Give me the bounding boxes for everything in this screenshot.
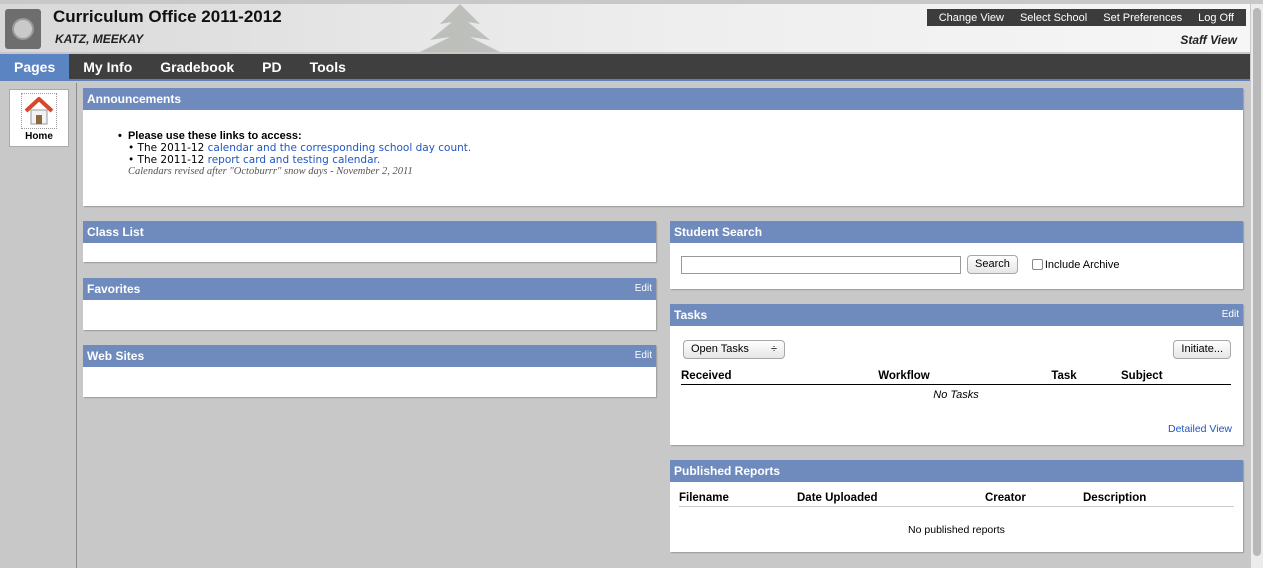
column-header[interactable]: Received	[681, 370, 789, 385]
view-label: Staff View	[1180, 33, 1237, 47]
app-header: Curriculum Office 2011-2012 KATZ, MEEKAY…	[0, 4, 1250, 52]
search-button[interactable]: Search	[967, 255, 1018, 274]
page-scrollbar[interactable]	[1251, 4, 1263, 568]
page-title: Curriculum Office 2011-2012	[53, 7, 282, 26]
tab-pages[interactable]: Pages	[0, 54, 70, 79]
column-header[interactable]: Date Uploaded	[797, 492, 985, 507]
published-reports-panel: Published Reports Filename Date Uploaded…	[670, 460, 1243, 552]
web-sites-edit-link[interactable]: Edit	[635, 345, 652, 367]
set-preferences-link[interactable]: Set Preferences	[1095, 12, 1190, 24]
tab-tools[interactable]: Tools	[296, 54, 360, 79]
favorites-edit-link[interactable]: Edit	[635, 278, 652, 300]
tree-background-image	[420, 4, 500, 52]
report-card-link[interactable]: report card and testing calendar.	[208, 154, 381, 166]
tab-pd[interactable]: PD	[248, 54, 295, 79]
announcement-item: • The 2011-12 calendar and the correspon…	[128, 142, 472, 154]
tasks-panel: Tasks Edit Open Tasks ÷ Initiate... Recei…	[670, 304, 1243, 445]
column-header[interactable]: Subject	[1109, 370, 1231, 385]
web-sites-panel: Web Sites Edit	[83, 345, 656, 397]
task-filter-select[interactable]: Open Tasks ÷	[683, 340, 785, 359]
scrollbar-thumb[interactable]	[1253, 8, 1261, 556]
column-header[interactable]: Workflow	[789, 370, 1019, 385]
tasks-edit-link[interactable]: Edit	[1222, 304, 1239, 326]
detailed-view-link[interactable]: Detailed View	[1168, 423, 1232, 435]
select-arrows-icon: ÷	[770, 343, 777, 355]
announcement-lead: • Please use these links to access:	[118, 130, 302, 142]
column-header[interactable]: Filename	[679, 492, 797, 507]
app-logo[interactable]	[5, 9, 41, 49]
published-reports-table: Filename Date Uploaded Creator Descripti…	[679, 492, 1234, 536]
web-sites-header: Web Sites Edit	[83, 345, 656, 367]
log-off-link[interactable]: Log Off	[1190, 12, 1242, 24]
student-search-input[interactable]	[681, 255, 961, 274]
tab-gradebook[interactable]: Gradebook	[146, 54, 248, 79]
class-list-panel: Class List	[83, 221, 656, 262]
include-archive-label: Include Archive	[1044, 258, 1120, 271]
tab-my-info[interactable]: My Info	[69, 54, 146, 79]
include-archive-option[interactable]: Include Archive	[1031, 258, 1120, 271]
column-header[interactable]: Creator	[985, 492, 1083, 507]
left-sidebar: Home	[0, 83, 77, 568]
announcement-item: • The 2011-12 report card and testing ca…	[128, 154, 381, 166]
select-school-link[interactable]: Select School	[1012, 12, 1095, 24]
home-page-button[interactable]: Home	[9, 89, 69, 147]
user-name: KATZ, MEEKAY	[55, 32, 144, 46]
tasks-header: Tasks Edit	[670, 304, 1243, 326]
initiate-button[interactable]: Initiate...	[1173, 340, 1231, 359]
student-search-header: Student Search	[670, 221, 1243, 243]
announcements-header: Announcements	[83, 88, 1243, 110]
announcement-note: Calendars revised after "Octoburrr" snow…	[128, 166, 413, 177]
reports-empty-message: No published reports	[908, 524, 1005, 536]
student-search-panel: Student Search Search Include Archive	[670, 221, 1243, 289]
announcements-panel: Announcements • Please use these links t…	[83, 88, 1243, 206]
column-header[interactable]: Task	[1019, 370, 1109, 385]
class-list-header: Class List	[83, 221, 656, 243]
home-label: Home	[25, 131, 53, 142]
tasks-table: Received Workflow Task Subject No Tasks	[681, 370, 1231, 401]
tasks-empty-message: No Tasks	[933, 389, 979, 401]
change-view-link[interactable]: Change View	[931, 12, 1012, 24]
favorites-header: Favorites Edit	[83, 278, 656, 300]
top-links-bar: Change View Select School Set Preference…	[926, 9, 1246, 26]
include-archive-checkbox[interactable]	[1031, 259, 1043, 270]
main-nav: Pages My Info Gradebook PD Tools	[0, 54, 1250, 81]
calendar-link[interactable]: calendar and the corresponding school da…	[208, 142, 472, 154]
favorites-panel: Favorites Edit	[83, 278, 656, 330]
column-header[interactable]: Description	[1083, 492, 1234, 507]
published-reports-header: Published Reports	[670, 460, 1243, 482]
home-icon	[21, 93, 57, 129]
